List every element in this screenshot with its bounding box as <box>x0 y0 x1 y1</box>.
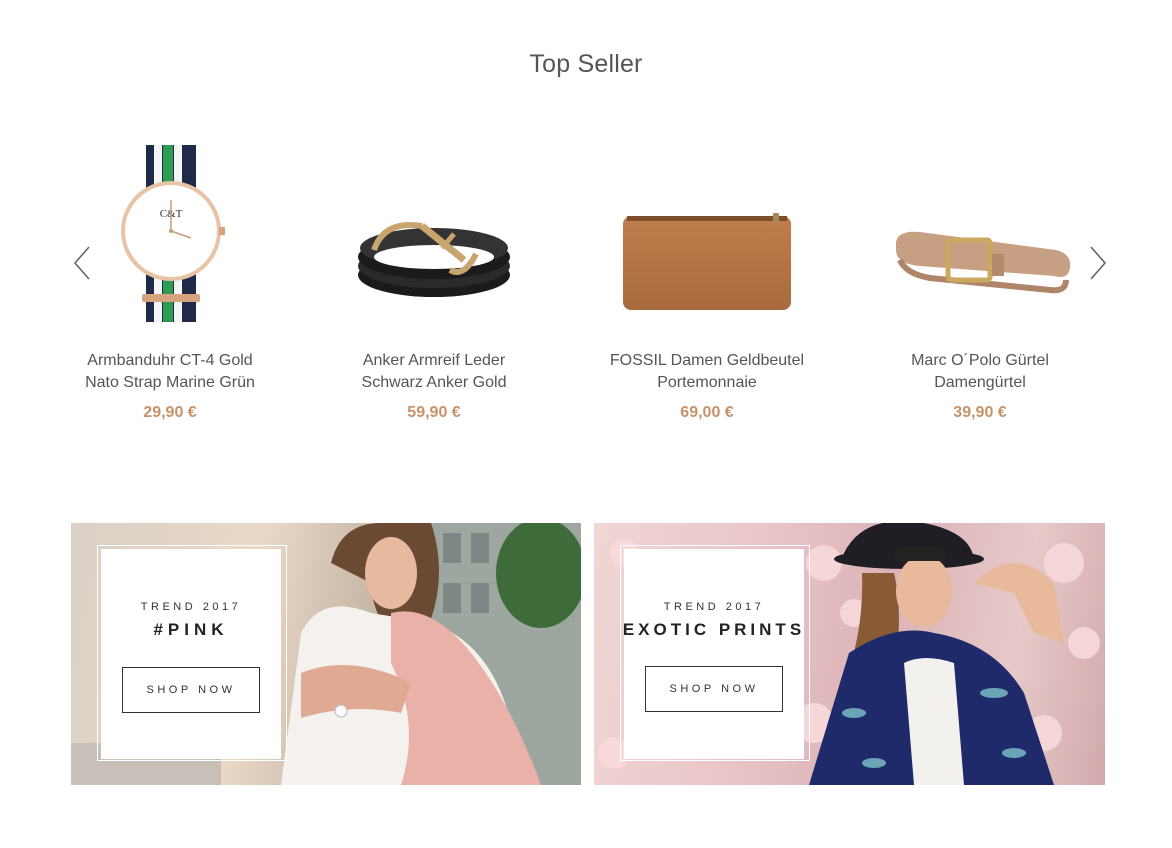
promo-card: TREND 2017 EXOTIC PRINTS SHOP NOW <box>623 549 804 759</box>
belt-image <box>896 231 1071 294</box>
product-image[interactable] <box>587 130 827 330</box>
product-image[interactable]: C&T <box>50 130 290 330</box>
product-image[interactable] <box>860 130 1100 330</box>
product-name[interactable]: Armbanduhr CT-4 Gold Nato Strap Marine G… <box>50 350 290 394</box>
product-name-line1: Armbanduhr CT-4 Gold <box>87 352 253 369</box>
product-name[interactable]: FOSSIL Damen Geldbeutel Portemonnaie <box>587 350 827 394</box>
promo-card: TREND 2017 #PINK SHOP NOW <box>101 549 281 759</box>
product-name-line2: Portemonnaie <box>657 374 757 391</box>
product-name-line2: Nato Strap Marine Grün <box>85 374 255 391</box>
product-card[interactable]: C&T Armbanduhr CT-4 Gold Nato Strap Mari… <box>50 130 290 422</box>
promo-headline: EXOTIC PRINTS <box>622 620 806 639</box>
product-card[interactable]: Marc O´Polo Gürtel Damengürtel 39,90 € <box>860 130 1100 422</box>
product-card[interactable]: Anker Armreif Leder Schwarz Anker Gold 5… <box>314 130 554 422</box>
promo-eyebrow: TREND 2017 <box>140 601 242 613</box>
product-price: 69,00 € <box>680 404 734 421</box>
product-card[interactable]: FOSSIL Damen Geldbeutel Portemonnaie 69,… <box>587 130 827 422</box>
shop-now-button[interactable]: SHOP NOW <box>122 667 260 713</box>
promo-banner-pink[interactable]: TREND 2017 #PINK SHOP NOW <box>71 523 581 785</box>
product-name-line1: Marc O´Polo Gürtel <box>911 352 1049 369</box>
promo-eyebrow: TREND 2017 <box>663 601 765 613</box>
product-price: 39,90 € <box>953 404 1007 421</box>
shop-now-button[interactable]: SHOP NOW <box>645 666 783 712</box>
product-name[interactable]: Marc O´Polo Gürtel Damengürtel <box>860 350 1100 394</box>
product-name[interactable]: Anker Armreif Leder Schwarz Anker Gold <box>314 350 554 394</box>
product-name-line1: Anker Armreif Leder <box>362 352 506 369</box>
watch-image: C&T <box>121 145 225 322</box>
wallet-image <box>623 213 791 310</box>
section-title: Top Seller <box>529 50 643 78</box>
product-price: 29,90 € <box>143 404 197 421</box>
product-name-line2: Schwarz Anker Gold <box>361 374 507 391</box>
product-name-line2: Damengürtel <box>934 374 1026 391</box>
product-image[interactable] <box>314 130 554 330</box>
product-name-line1: FOSSIL Damen Geldbeutel <box>609 352 805 369</box>
product-price: 59,90 € <box>407 404 461 421</box>
promo-banner-exotic-prints[interactable]: TREND 2017 EXOTIC PRINTS SHOP NOW <box>594 523 1105 785</box>
promo-headline: #PINK <box>153 620 229 639</box>
anchor-bracelet-image <box>358 222 510 297</box>
